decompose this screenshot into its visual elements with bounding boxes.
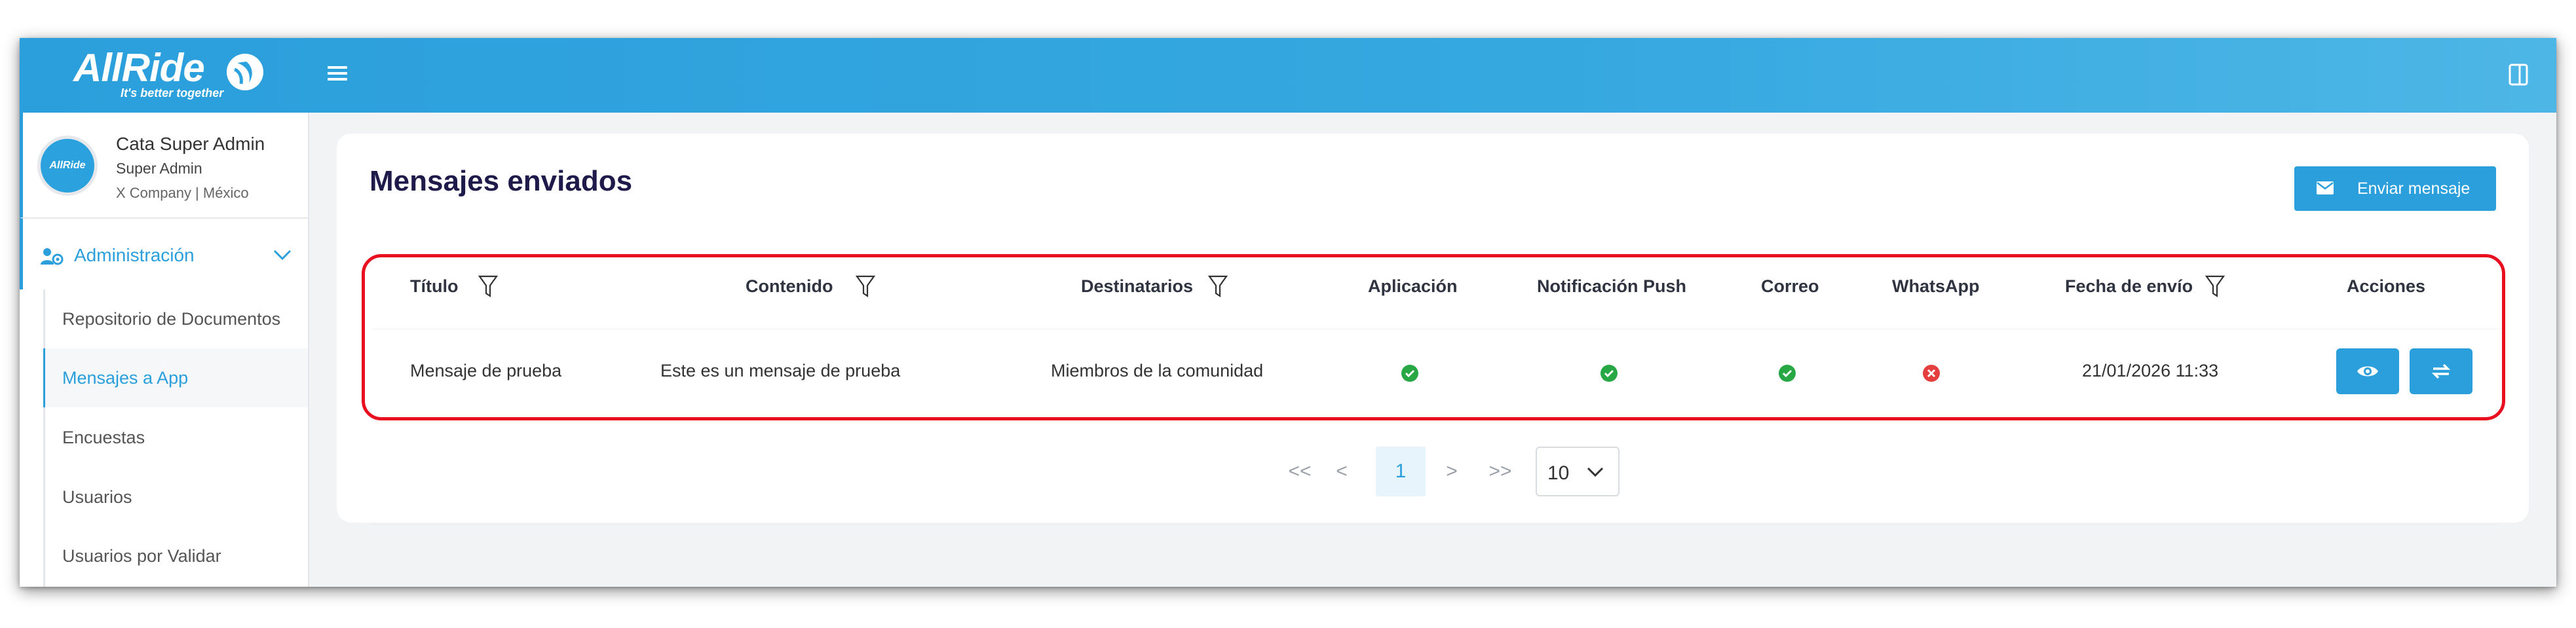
hamburger-icon[interactable]	[328, 63, 354, 89]
pagination-prev[interactable]: <	[1321, 447, 1363, 496]
send-message-button[interactable]: Enviar mensaje	[2294, 166, 2496, 211]
column-header-titulo: Título	[410, 276, 459, 296]
sidebar-item-usuarios-por-validar[interactable]: Usuarios por Validar	[45, 526, 310, 585]
sidebar-item-repositorio[interactable]: Repositorio de Documentos	[45, 289, 310, 348]
column-header-destinatarios: Destinatarios	[1081, 276, 1194, 296]
page-size-value: 10	[1547, 462, 1570, 484]
check-circle-icon	[1601, 365, 1618, 382]
brand-logo[interactable]: AllRide It's better together	[73, 47, 276, 105]
chevron-down-icon	[1587, 467, 1604, 477]
filter-icon[interactable]	[856, 274, 875, 299]
column-header-whatsapp: WhatsApp	[1892, 276, 1980, 296]
profile-role: Super Admin	[116, 160, 202, 177]
column-header-correo: Correo	[1761, 276, 1819, 296]
view-button[interactable]	[2336, 348, 2399, 394]
column-header-aplicacion: Aplicación	[1368, 276, 1458, 296]
messages-card: Mensajes enviados Enviar mensaje Título …	[337, 134, 2529, 525]
users-gear-icon	[41, 248, 64, 265]
card-bottom-divider	[369, 524, 2497, 525]
page-title: Mensajes enviados	[369, 165, 633, 197]
pagination-next[interactable]: >	[1431, 447, 1473, 496]
pagination-first[interactable]: <<	[1279, 447, 1321, 496]
profile-company: X Company | México	[116, 185, 249, 201]
x-circle-icon	[1923, 365, 1940, 382]
brand-tagline: It's better together	[121, 86, 224, 100]
envelope-icon	[2317, 181, 2334, 194]
cell-titulo: Mensaje de prueba	[410, 361, 562, 380]
pagination-page-1[interactable]: 1	[1376, 447, 1426, 496]
app-window: AllRide It's better together AllRide Cat…	[20, 38, 2556, 587]
cell-contenido: Este es un mensaje de prueba	[660, 361, 901, 380]
filter-icon[interactable]	[2205, 274, 2225, 299]
resend-button[interactable]	[2410, 348, 2472, 394]
check-circle-icon	[1401, 365, 1418, 382]
page-size-select[interactable]: 10	[1536, 447, 1619, 496]
cell-fecha-envio: 21/01/2026 11:33	[2082, 361, 2219, 380]
sidebar-submenu: Repositorio de Documentos Mensajes a App…	[43, 289, 308, 587]
profile-name: Cata Super Admin	[116, 134, 265, 154]
filter-icon[interactable]	[1208, 274, 1228, 299]
column-header-fecha-envio: Fecha de envío	[2065, 276, 2193, 296]
sidebar-section-administracion[interactable]: Administración	[20, 217, 308, 289]
sidebar: AllRide Cata Super Admin Super Admin X C…	[20, 113, 309, 587]
sidebar-section-label: Administración	[74, 245, 195, 265]
column-header-acciones: Acciones	[2347, 276, 2426, 296]
user-profile[interactable]: AllRide Cata Super Admin Super Admin X C…	[20, 113, 308, 217]
brand-mark-icon	[227, 54, 263, 90]
sidebar-item-encuestas[interactable]: Encuestas	[45, 408, 310, 467]
send-message-label: Enviar mensaje	[2357, 179, 2471, 198]
avatar-brand-text: AllRide	[49, 160, 86, 171]
sidebar-item-usuarios[interactable]: Usuarios	[45, 468, 310, 526]
check-circle-icon	[1779, 365, 1796, 382]
pagination-last[interactable]: >>	[1479, 447, 1521, 496]
brand-name: AllRide	[73, 46, 205, 90]
resend-icon	[2431, 363, 2451, 379]
filter-icon[interactable]	[478, 274, 498, 299]
panel-toggle-icon[interactable]	[2507, 62, 2530, 88]
sidebar-item-mensajes-app[interactable]: Mensajes a App	[43, 348, 308, 407]
cell-destinatarios: Miembros de la comunidad	[1051, 361, 1264, 380]
top-bar: AllRide It's better together	[20, 38, 2556, 113]
column-header-notificacion-push: Notificación Push	[1537, 276, 1687, 296]
eye-icon	[2357, 366, 2378, 377]
chevron-down-icon[interactable]	[271, 246, 294, 263]
column-header-contenido: Contenido	[746, 276, 833, 296]
avatar: AllRide	[37, 136, 98, 196]
